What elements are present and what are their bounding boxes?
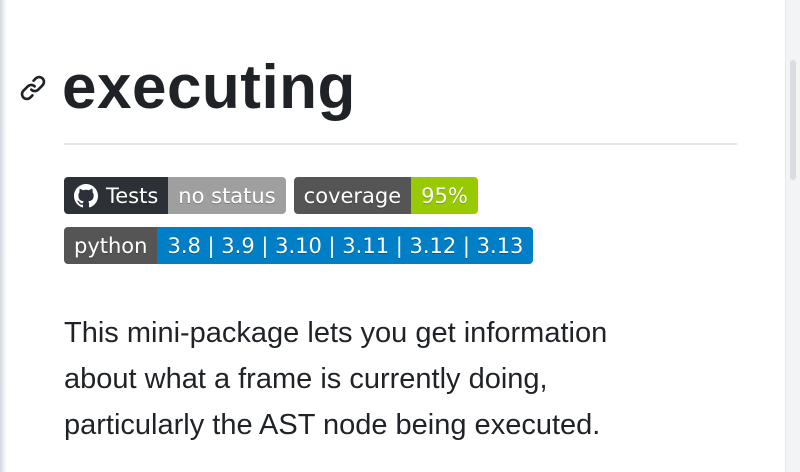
description-line-1: This mini-package lets you get informati… <box>64 317 608 349</box>
tests-badge-status: no status <box>168 177 286 214</box>
coverage-badge-label: coverage <box>293 177 412 214</box>
python-badge-versions: 3.8 | 3.9 | 3.10 | 3.11 | 3.12 | 3.13 <box>157 227 534 264</box>
description-paragraph: This mini-package lets you get informati… <box>64 310 764 448</box>
window-left-edge <box>0 0 7 472</box>
heading-divider <box>64 143 737 145</box>
tests-badge-label-segment: Tests <box>64 177 169 214</box>
description-line-2: about what a frame is currently doing, <box>64 363 548 395</box>
page-title: executing <box>62 53 356 122</box>
heading-row: executing <box>18 52 356 124</box>
badge-row-1: Tests no status coverage 95% <box>64 177 478 214</box>
coverage-badge[interactable]: coverage 95% <box>293 177 478 214</box>
python-badge-label: python <box>64 227 158 264</box>
coverage-badge-value: 95% <box>411 177 478 214</box>
link-icon[interactable] <box>18 73 48 103</box>
scrollbar-thumb[interactable] <box>790 60 796 180</box>
badge-row-2: python 3.8 | 3.9 | 3.10 | 3.11 | 3.12 | … <box>64 227 534 264</box>
tests-badge-label: Tests <box>106 183 159 208</box>
readme-page: executing Tests no status coverage 95% p… <box>0 0 800 472</box>
description-line-3: particularly the AST node being executed… <box>64 409 601 441</box>
scrollbar-track[interactable] <box>785 0 800 472</box>
github-icon <box>74 183 98 208</box>
tests-badge[interactable]: Tests no status <box>64 177 286 214</box>
python-versions-badge[interactable]: python 3.8 | 3.9 | 3.10 | 3.11 | 3.12 | … <box>64 227 534 264</box>
